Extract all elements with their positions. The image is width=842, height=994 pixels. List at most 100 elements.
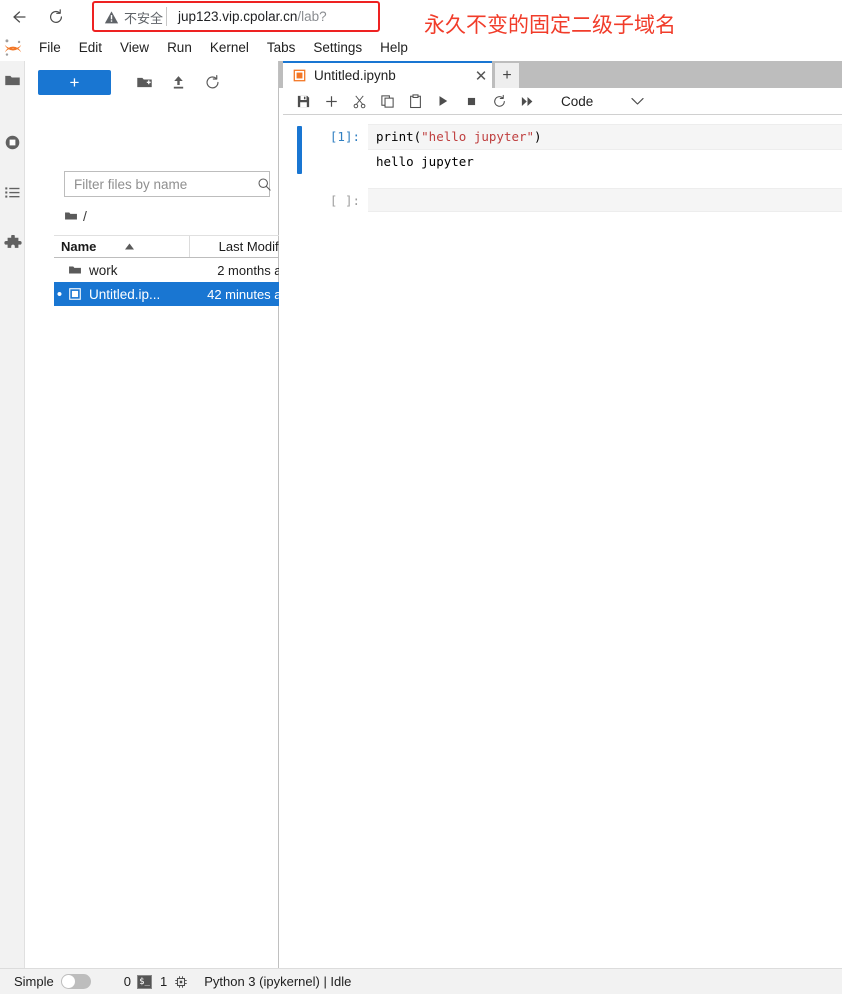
notebook-glyph — [69, 288, 81, 300]
folder-glyph — [69, 266, 81, 274]
cell-source[interactable] — [368, 188, 842, 212]
column-header-name[interactable]: Name — [54, 239, 189, 254]
code-token-call: print( — [376, 129, 422, 144]
menu-item-view[interactable]: View — [111, 37, 158, 58]
copy-icon — [380, 94, 394, 108]
kernel-chip-glyph — [175, 975, 187, 988]
cell-type-dropdown[interactable]: Code — [557, 90, 648, 112]
notebook-cell-2[interactable]: [ ]: — [283, 188, 842, 212]
folder-icon — [5, 75, 20, 85]
restart-run-all-icon — [521, 96, 532, 106]
upload-files-button[interactable] — [163, 70, 193, 95]
simple-mode-label: Simple — [14, 974, 54, 989]
main-document-area: Untitled.ipynb ✕ + Code [1]: print("hell… — [279, 61, 842, 968]
menu-item-file[interactable]: File — [30, 37, 70, 58]
url-path: /lab? — [297, 9, 327, 24]
insert-cell-icon — [325, 95, 337, 107]
column-header-name-label: Name — [61, 239, 97, 254]
menu-item-help[interactable]: Help — [371, 37, 417, 58]
code-token-paren: ) — [534, 129, 542, 144]
kernel-chip-icon[interactable] — [174, 975, 188, 989]
document-tab-bar: Untitled.ipynb ✕ + — [279, 61, 842, 88]
close-icon[interactable]: ✕ — [470, 62, 492, 89]
notebook-icon — [65, 287, 85, 301]
url-text[interactable]: jup123.vip.cpolar.cn/lab? — [178, 7, 327, 26]
save-button[interactable] — [289, 89, 317, 114]
tab-untitled-ipynb[interactable]: Untitled.ipynb ✕ — [283, 61, 492, 88]
save-icon — [297, 95, 309, 107]
menu-item-edit[interactable]: Edit — [70, 37, 111, 58]
menu-item-run[interactable]: Run — [158, 37, 201, 58]
cell-source[interactable]: print("hello jupyter") — [368, 124, 842, 150]
new-launcher-button[interactable]: + — [38, 69, 111, 95]
insert-cell-button[interactable] — [317, 89, 345, 114]
sidebar-item-file-browser[interactable] — [0, 61, 25, 99]
tab-label: Untitled.ipynb — [314, 68, 396, 83]
sidebar-item-extensions[interactable] — [0, 225, 25, 263]
status-bar: Simple 0 $_ 1 Python 3 (ipykernel) | Idl… — [0, 968, 842, 994]
activity-bar — [0, 61, 25, 968]
restart-kernel-button[interactable] — [485, 89, 513, 114]
restart-and-run-all-button[interactable] — [513, 89, 541, 114]
menu-item-list: File Edit View Run Kernel Tabs Settings … — [30, 34, 417, 61]
menu-item-kernel[interactable]: Kernel — [201, 37, 258, 58]
browser-toolbar: 不安全 jup123.vip.cpolar.cn/lab? 永久不变的固定二级子… — [0, 0, 842, 37]
paste-cells-button[interactable] — [401, 89, 429, 114]
file-list-item-work[interactable]: work 2 months ago — [54, 258, 303, 282]
paste-icon — [409, 93, 421, 108]
warning-triangle-icon — [104, 10, 119, 23]
cell-output-selection-bar — [297, 152, 302, 174]
jupyter-logo-icon — [4, 39, 22, 56]
kernel-count: 1 — [159, 974, 168, 989]
cell-prompt: [ ]: — [329, 193, 360, 208]
chevron-down-icon — [631, 94, 644, 109]
file-browser-toolbar: + — [25, 67, 279, 97]
new-folder-button[interactable] — [129, 70, 159, 95]
search-icon — [257, 177, 272, 192]
sidebar-item-running[interactable] — [0, 123, 25, 161]
file-list: work 2 months ago • Untitled.ip... 42 mi… — [54, 258, 303, 306]
breadcrumb[interactable]: / — [64, 206, 87, 226]
new-folder-icon — [136, 77, 152, 87]
file-list-header: Name Last Modified — [54, 235, 303, 258]
new-tab-button[interactable]: + — [495, 63, 519, 88]
site-security-chip[interactable]: 不安全 — [104, 8, 163, 26]
filter-files-input[interactable] — [65, 172, 257, 196]
filter-files-box[interactable] — [64, 171, 272, 197]
browser-back-button[interactable] — [6, 4, 32, 30]
run-cell-button[interactable] — [429, 89, 457, 114]
refresh-file-list-button[interactable] — [197, 70, 227, 95]
jupyter-menu-bar: File Edit View Run Kernel Tabs Settings … — [0, 34, 842, 62]
browser-reload-button[interactable] — [43, 4, 69, 30]
interrupt-kernel-button[interactable] — [457, 89, 485, 114]
copy-cells-button[interactable] — [373, 89, 401, 114]
restart-icon — [493, 94, 505, 107]
refresh-icon — [205, 74, 219, 88]
upload-icon — [173, 75, 183, 89]
terminal-icon[interactable]: $_ — [136, 974, 152, 989]
cell-prompt: [1]: — [329, 129, 360, 144]
sidebar-item-commands[interactable] — [0, 173, 25, 211]
back-arrow-icon — [13, 11, 26, 23]
cell-type-value: Code — [561, 93, 594, 109]
omnibox-divider — [166, 7, 167, 26]
notebook-icon — [292, 69, 306, 83]
menu-item-tabs[interactable]: Tabs — [258, 37, 305, 58]
simple-mode-toggle[interactable] — [60, 974, 91, 989]
notebook-cell-1-output-row: hello jupyter — [283, 150, 842, 174]
notebook-cell-list[interactable]: [1]: print("hello jupyter") hello jupyte… — [283, 116, 842, 968]
caret-up-glyph — [125, 243, 135, 250]
file-name: work — [89, 262, 118, 278]
menu-item-settings[interactable]: Settings — [304, 37, 371, 58]
file-list-item-untitled[interactable]: • Untitled.ip... 42 minutes ago — [54, 282, 303, 306]
reload-icon — [50, 9, 62, 23]
notebook-cell-1[interactable]: [1]: print("hello jupyter") — [283, 124, 842, 154]
sort-ascending-icon — [124, 239, 135, 254]
cut-cells-button[interactable] — [345, 89, 373, 114]
chevron-down-glyph — [631, 97, 644, 105]
folder-icon — [65, 263, 85, 277]
running-terminals-icon — [5, 135, 20, 149]
cell-output-text: hello jupyter — [368, 150, 842, 174]
url-host: jup123.vip.cpolar.cn — [178, 9, 298, 24]
search-glyph — [258, 178, 271, 191]
